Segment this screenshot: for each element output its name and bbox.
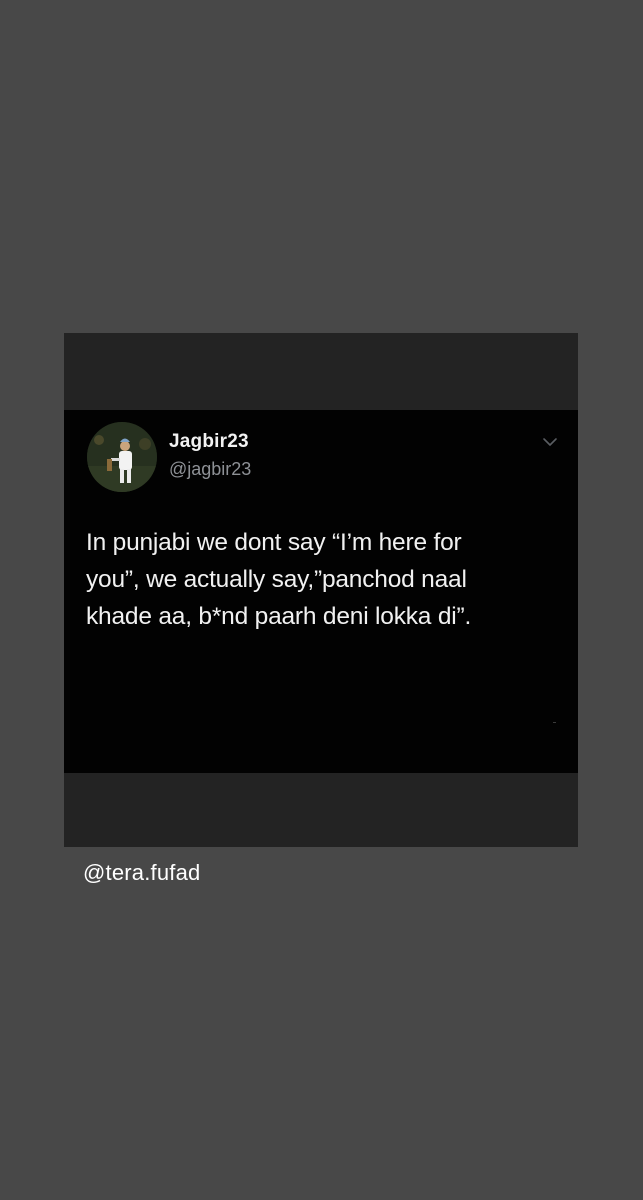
display-name[interactable]: Jagbir23 — [169, 431, 249, 453]
avatar[interactable] — [87, 422, 157, 492]
post-frame: Jagbir23 @jagbir23 In punjabi we dont sa… — [64, 333, 578, 847]
decorative-dot — [553, 722, 556, 723]
tweet-text: In punjabi we dont say “I’m here for you… — [86, 529, 472, 630]
avatar-photo — [87, 422, 157, 492]
tweet-card[interactable]: Jagbir23 @jagbir23 In punjabi we dont sa… — [64, 410, 578, 773]
watermark-handle: @tera.fufad — [83, 860, 201, 885]
chevron-down-icon[interactable] — [541, 435, 559, 449]
user-handle[interactable]: @jagbir23 — [169, 459, 251, 480]
